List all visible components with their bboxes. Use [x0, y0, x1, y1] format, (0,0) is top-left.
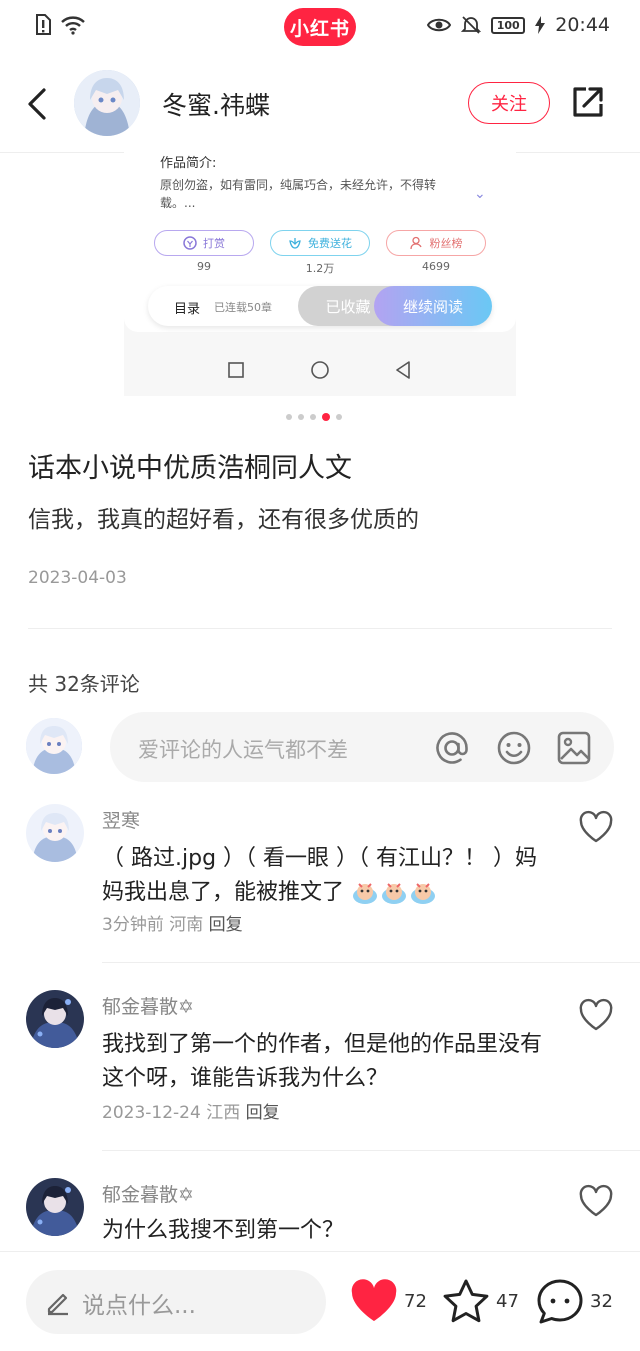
- comment-meta: 2023-12-24 江西 回复: [102, 1098, 280, 1123]
- pencil-icon: [47, 1293, 68, 1316]
- comment-location: 河南: [169, 915, 204, 935]
- content-divider: [28, 628, 612, 629]
- comment-text: 为什么我搜不到第一个？: [102, 1218, 345, 1243]
- post-image[interactable]: 作品简介: 原创勿盗，如有雷同，纯属巧合，未经允许，不得转载。... ⌄ 打赏 …: [124, 140, 516, 396]
- post-body: 信我，我真的超好看，还有很多优质的: [28, 507, 419, 533]
- carousel-dot-active: [322, 413, 330, 421]
- star-icon: [443, 1279, 489, 1323]
- like-count: 72: [404, 1290, 427, 1312]
- avatar-illustration: [26, 718, 82, 774]
- commenter-avatar[interactable]: [26, 990, 84, 1048]
- square-icon: [228, 362, 244, 378]
- tip-count: 99: [197, 260, 211, 273]
- commenter-avatar[interactable]: [26, 1178, 84, 1236]
- like-action[interactable]: 72: [350, 1276, 427, 1326]
- carousel-dot: [310, 414, 316, 420]
- comment-count: 共 32条评论: [28, 672, 140, 696]
- fans-count: 4699: [422, 260, 450, 273]
- triangle-back-icon: [396, 361, 410, 379]
- intro-text: 原创勿盗，如有雷同，纯属巧合，未经允许，不得转载。...: [160, 178, 437, 210]
- comment-time: 3分钟前: [102, 915, 164, 935]
- chat-bubble-icon: [537, 1279, 583, 1324]
- comment-divider: [102, 962, 640, 963]
- mention-icon[interactable]: [434, 730, 470, 766]
- chevron-down-icon: ⌄: [474, 186, 486, 202]
- author-avatar[interactable]: [74, 70, 140, 136]
- avatar-illustration: [26, 804, 84, 862]
- app-logo: 小红书: [284, 8, 356, 46]
- post-date: 2023-04-03: [28, 568, 127, 588]
- reply-button[interactable]: 回复: [246, 1103, 280, 1123]
- tip-button: 打赏: [154, 230, 254, 256]
- comment-meta: 3分钟前 河南 回复: [102, 910, 243, 935]
- comment-input[interactable]: 爱评论的人运气都不差: [110, 712, 614, 782]
- commenter-name[interactable]: 郁金暮散✡: [102, 992, 194, 1019]
- comment-input-placeholder: 爱评论的人运气都不差: [138, 738, 348, 762]
- like-heart-icon[interactable]: [578, 998, 614, 1032]
- commenter-name[interactable]: 翌寒: [102, 806, 140, 833]
- carousel-dots: [286, 413, 342, 421]
- commenter-avatar[interactable]: [26, 804, 84, 862]
- comment-text: 我找到了第一个的作者，但是他的作品里没有这个呀，谁能告诉我为什么？: [102, 1032, 543, 1091]
- battery-indicator: 100: [491, 16, 526, 34]
- carousel-dot: [336, 414, 342, 420]
- my-avatar: [26, 718, 82, 774]
- flower-icon: [289, 238, 301, 249]
- charging-icon: [535, 16, 546, 34]
- collect-count: 47: [496, 1290, 519, 1312]
- like-heart-icon[interactable]: [578, 810, 614, 844]
- intro-title: 作品简介:: [160, 156, 217, 171]
- carousel-dot: [286, 414, 292, 420]
- bottom-action-bar: 说点什么... 72 47 32: [0, 1251, 640, 1351]
- comment-divider: [102, 1150, 640, 1151]
- like-heart-icon[interactable]: [578, 1184, 614, 1218]
- post-title: 话本小说中优质浩桐同人文: [28, 453, 352, 484]
- collect-action[interactable]: 47: [442, 1276, 519, 1326]
- avatar-illustration: [26, 990, 84, 1048]
- novel-card: 作品简介: 原创勿盗，如有雷同，纯属巧合，未经允许，不得转载。... ⌄ 打赏 …: [124, 140, 516, 332]
- say-something-placeholder: 说点什么...: [82, 1293, 196, 1319]
- author-name[interactable]: 冬蜜.祎蝶: [162, 86, 270, 122]
- image-icon[interactable]: [556, 730, 592, 766]
- say-something-input[interactable]: 说点什么...: [26, 1270, 326, 1334]
- commenter-name[interactable]: 郁金暮散✡: [102, 1180, 194, 1207]
- continue-reading-button: 继续阅读: [374, 286, 492, 326]
- emoji-icon[interactable]: [496, 730, 532, 766]
- flower-count: 1.2万: [305, 262, 335, 275]
- toc-label: 目录: [174, 302, 201, 317]
- comment-location: 江西: [206, 1103, 241, 1123]
- wifi-icon: [61, 16, 85, 35]
- reading-bar: 目录 已连载50章 已收藏 继续阅读: [148, 286, 492, 326]
- heart-filled-icon: [351, 1279, 397, 1321]
- clock: 20:44: [555, 14, 610, 36]
- coin-icon: [183, 236, 197, 250]
- carousel-dot: [298, 414, 304, 420]
- comment-action[interactable]: 32: [536, 1276, 613, 1326]
- reply-button[interactable]: 回复: [209, 915, 243, 935]
- comment-time: 2023-12-24: [102, 1103, 201, 1123]
- flower-button: 免费送花: [270, 230, 370, 256]
- follow-button[interactable]: 关注: [468, 82, 550, 124]
- mute-bell-icon: [461, 16, 482, 34]
- status-bar: 小红书 100 20:44: [0, 0, 640, 56]
- sim-alert-icon: [36, 14, 51, 35]
- person-icon: [409, 236, 422, 250]
- comment-count-bottom: 32: [590, 1290, 613, 1312]
- eye-icon: [427, 18, 452, 32]
- circle-icon: [311, 361, 329, 379]
- crying-emoji-icon: [351, 881, 437, 905]
- back-arrow-icon[interactable]: [22, 82, 52, 126]
- comment-text: （ 路过.jpg ）（ 看一眼 ）（ 有江山？！ ）妈妈我出息了，能被推文了: [102, 846, 537, 905]
- avatar-illustration: [26, 1178, 84, 1236]
- share-icon[interactable]: [570, 84, 606, 120]
- fans-rank-button: 粉丝榜: [386, 230, 486, 256]
- avatar-illustration: [74, 70, 140, 136]
- post-header: 冬蜜.祎蝶 关注: [0, 62, 640, 150]
- phone-nav-bar: [124, 336, 516, 396]
- toc-subtitle: 已连载50章: [214, 301, 272, 314]
